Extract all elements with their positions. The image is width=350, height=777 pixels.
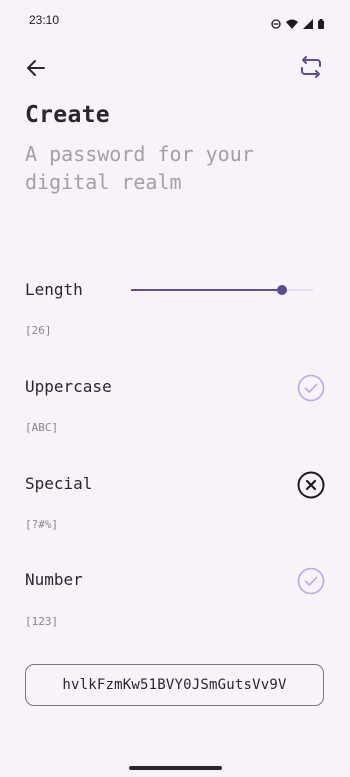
uppercase-toggle[interactable] — [297, 374, 325, 402]
length-slider[interactable] — [131, 281, 313, 299]
length-label: Length — [25, 280, 83, 299]
close-circle-icon — [297, 471, 325, 499]
number-hint: [123] — [25, 615, 59, 628]
password-output[interactable]: hvlkFzmKw51BVY0JSmGutsVv9V — [25, 664, 324, 706]
battery-icon — [318, 14, 324, 33]
length-hint: [26] — [25, 324, 52, 337]
status-time: 23:10 — [29, 13, 60, 27]
special-hint: [?#%] — [25, 518, 59, 531]
slider-thumb[interactable] — [277, 285, 287, 295]
number-toggle[interactable] — [297, 567, 325, 595]
page-title: Create — [25, 102, 110, 128]
slider-fill — [131, 289, 282, 291]
back-button[interactable] — [24, 56, 48, 80]
arrow-left-icon — [27, 60, 45, 76]
special-label: Special — [25, 474, 93, 493]
wifi-icon — [286, 14, 298, 33]
uppercase-hint: [ABC] — [25, 421, 59, 434]
special-toggle[interactable] — [297, 471, 325, 499]
dnd-icon — [271, 14, 281, 33]
check-circle-icon — [297, 567, 325, 595]
repeat-icon — [301, 56, 321, 78]
status-bar: 23:10 — [0, 0, 350, 40]
number-label: Number — [25, 570, 83, 589]
signal-icon — [303, 14, 313, 33]
page-subtitle: A password for your digital realm — [25, 142, 254, 194]
home-indicator[interactable] — [129, 766, 222, 770]
uppercase-label: Uppercase — [25, 377, 112, 396]
check-circle-icon — [297, 374, 325, 402]
regenerate-button[interactable] — [298, 54, 324, 80]
status-icons — [271, 14, 324, 33]
password-text: hvlkFzmKw51BVY0JSmGutsVv9V — [62, 677, 287, 693]
